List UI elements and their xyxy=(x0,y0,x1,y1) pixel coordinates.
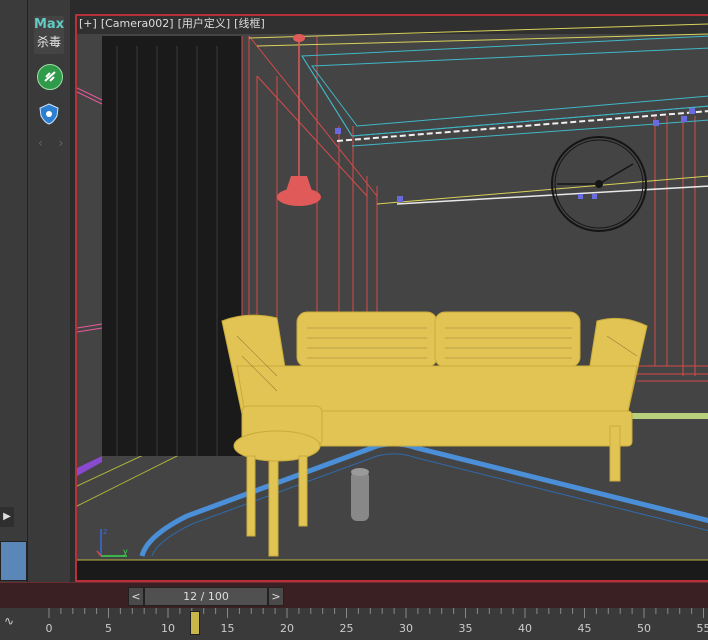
time-slider-knob[interactable] xyxy=(190,611,200,635)
logo-text-antivirus: 杀毒 xyxy=(36,35,61,49)
curve-editor-icon[interactable]: ∿ xyxy=(4,614,14,628)
vertical-toolstrip: Max 杀毒 ‹ › xyxy=(28,0,70,582)
timeline-tick-label: 45 xyxy=(577,622,592,635)
svg-text:y: y xyxy=(123,547,128,556)
timeline-tick-label: 35 xyxy=(458,622,473,635)
viewport-user-defined-label[interactable]: [用户定义] xyxy=(178,17,231,30)
blue-shield-icon[interactable] xyxy=(37,102,61,126)
track-ticks xyxy=(48,608,704,618)
track-bar[interactable]: ∿ 0 5 10 15 20 25 30 35 40 45 50 55 xyxy=(0,608,708,640)
timeline-tick-label: 40 xyxy=(518,622,532,635)
viewport-menu-label[interactable]: [+] xyxy=(79,17,97,30)
toolstrip-nav-arrows[interactable]: ‹ › xyxy=(38,136,69,150)
viewport-shading-label[interactable]: [线框] xyxy=(234,17,265,30)
timeline-tick-label: 15 xyxy=(220,622,235,635)
svg-text:z: z xyxy=(103,527,107,536)
prev-frame-button[interactable]: < xyxy=(128,587,144,606)
panel-selected-tab[interactable] xyxy=(0,541,27,581)
logo-text-max: Max xyxy=(34,17,65,32)
command-panel: ▶ xyxy=(0,0,28,582)
timeline-tick-label: 5 xyxy=(105,622,112,635)
timeline-tick-label: 30 xyxy=(399,622,413,635)
timeline-tick-label: 20 xyxy=(280,622,294,635)
green-shield-icon[interactable] xyxy=(37,64,63,90)
frame-counter[interactable]: 12 / 100 xyxy=(144,587,268,606)
viewport-camera-label[interactable]: [Camera002] xyxy=(101,17,174,30)
viewport-label[interactable]: [+] [Camera002] [用户定义] [线框] xyxy=(79,15,269,31)
camera-viewport[interactable]: z y xyxy=(75,14,708,582)
time-slider-bar: < 12 / 100 > xyxy=(0,582,708,609)
next-frame-button[interactable]: > xyxy=(268,587,284,606)
timeline-tick-label: 0 xyxy=(45,622,53,635)
wireframe-scene: z y xyxy=(77,16,708,580)
timeline-tick-label: 10 xyxy=(161,622,175,635)
timeline-tick-label: 55 xyxy=(696,622,708,635)
max-antivirus-logo[interactable]: Max 杀毒 xyxy=(34,16,64,54)
expand-panel-button[interactable]: ▶ xyxy=(0,507,14,527)
timeline-tick-label: 25 xyxy=(339,622,354,635)
timeline-tick-label: 50 xyxy=(637,622,651,635)
